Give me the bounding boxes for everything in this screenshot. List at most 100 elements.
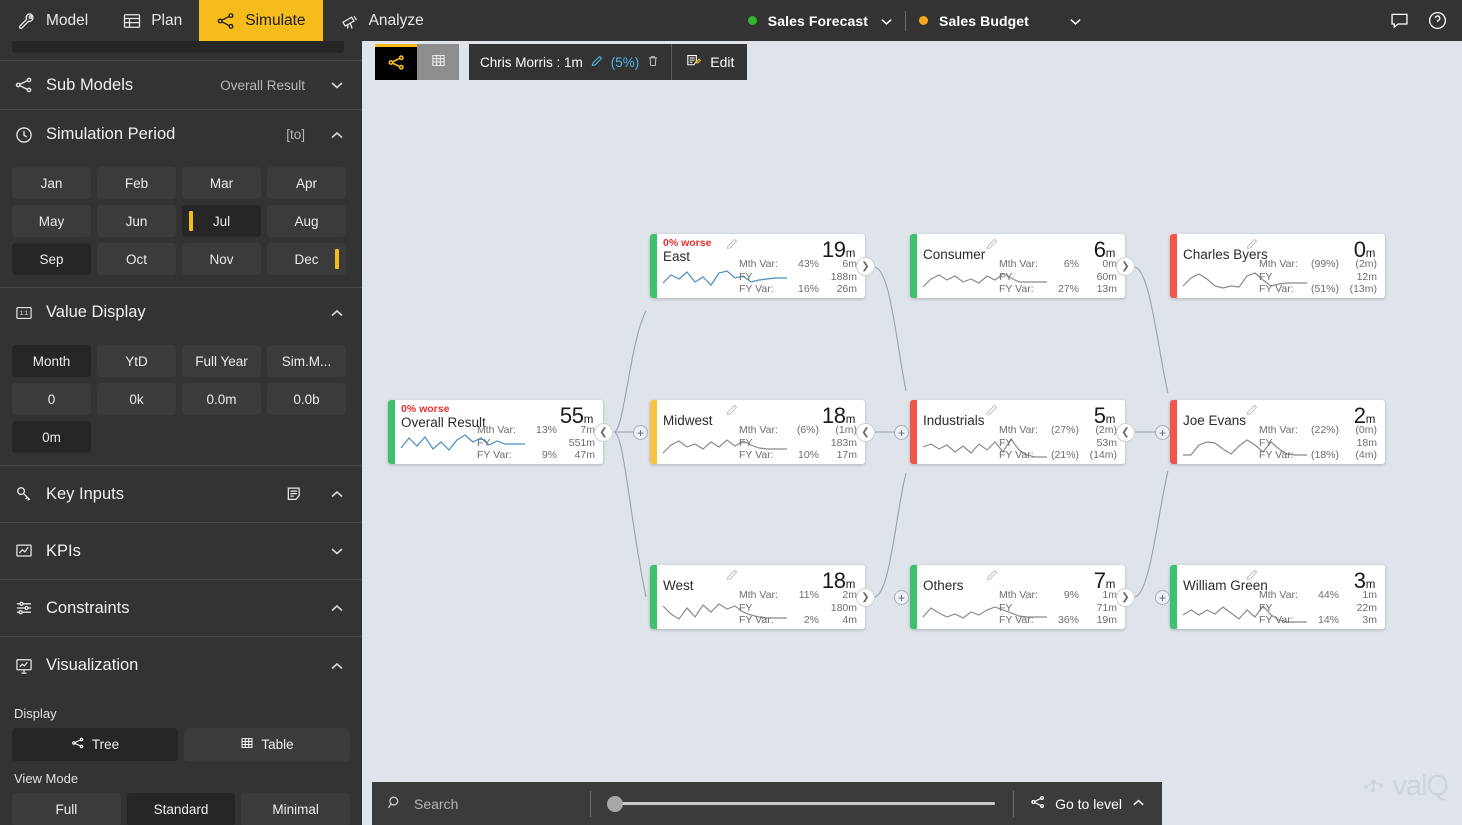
chevron-up-icon[interactable]	[329, 305, 345, 321]
nav-item-analyze[interactable]: Analyze	[323, 0, 441, 41]
pencil-icon[interactable]	[590, 54, 604, 71]
tree-node-east[interactable]: 0% worse East 19m Mth Var: 43% 6m FY 188m F…	[650, 234, 875, 298]
pencil-icon[interactable]	[725, 237, 739, 251]
month-button-apr[interactable]: Apr	[267, 167, 346, 199]
month-button-nov[interactable]: Nov	[182, 243, 261, 275]
month-button-feb[interactable]: Feb	[97, 167, 176, 199]
chevron-down-icon[interactable]	[329, 543, 345, 559]
node-expand-caret[interactable]: ❯	[1116, 257, 1135, 276]
simulation-chip[interactable]: Chris Morris : 1m (5%)	[469, 44, 672, 80]
chevron-down-icon[interactable]	[329, 77, 345, 93]
toolbar-table-view-button[interactable]	[417, 44, 459, 80]
scenario-sales-budget[interactable]: Sales Budget	[906, 0, 1094, 41]
sidebar-section-key-inputs[interactable]: Key Inputs	[0, 466, 362, 523]
pencil-icon[interactable]	[1245, 237, 1259, 251]
sidebar-section-constraints[interactable]: Constraints	[0, 580, 362, 637]
edit-notes-icon[interactable]	[285, 484, 305, 504]
search-box[interactable]	[372, 794, 590, 814]
tree-node-overall-result[interactable]: 0% worse Overall Result 55m Mth Var: 13% 7…	[388, 400, 613, 464]
node-collapse-caret[interactable]: ❮	[594, 423, 613, 442]
view-mode-minimal[interactable]: Minimal	[241, 793, 351, 825]
display-option-table[interactable]: Table	[184, 728, 350, 761]
value-period-month[interactable]: Month	[12, 345, 91, 377]
pencil-icon[interactable]	[1245, 568, 1259, 582]
chevron-up-icon[interactable]	[329, 127, 345, 143]
pencil-icon[interactable]	[725, 403, 739, 417]
expand-plus-joe-evans[interactable]: +	[1155, 425, 1170, 440]
month-selector-grid: Jan Feb Mar Apr May Jun Jul Aug Sep Oct …	[0, 159, 362, 288]
pencil-icon[interactable]	[1245, 403, 1259, 417]
tree-node-charles-byers[interactable]: Charles Byers 0m Mth Var: (99%) (2m) FY 12m…	[1170, 234, 1385, 298]
chevron-down-icon[interactable]	[1068, 14, 1081, 27]
zoom-slider-track[interactable]	[607, 795, 996, 812]
month-button-mar[interactable]: Mar	[182, 167, 261, 199]
month-button-sep[interactable]: Sep	[12, 243, 91, 275]
expand-plus-others[interactable]: +	[894, 590, 909, 605]
expand-plus-midwest[interactable]: +	[633, 425, 648, 440]
grid-icon	[240, 736, 254, 753]
scenario-sales-forecast[interactable]: Sales Forecast	[735, 0, 905, 41]
node-expand-caret[interactable]: ❯	[1116, 588, 1135, 607]
node-stats: Mth Var: 11% 2m FY 180m FY Var: 2% 4m	[739, 589, 857, 627]
go-to-level-button[interactable]: Go to level	[1014, 794, 1162, 813]
toolbar-tree-view-button[interactable]	[375, 44, 417, 80]
node-expand-caret[interactable]: ❯	[856, 257, 875, 276]
help-icon[interactable]	[1426, 10, 1448, 32]
canvas-bottom-bar: Go to level	[372, 782, 1162, 825]
value-period-full-year[interactable]: Full Year	[182, 345, 261, 377]
zoom-slider-knob[interactable]	[607, 795, 623, 812]
tree-node-joe-evans[interactable]: Joe Evans 2m Mth Var: (22%) (0m) FY 18m FY …	[1170, 400, 1385, 464]
tree-node-william-green[interactable]: William Green 3m Mth Var: 44% 1m FY 22m FY …	[1170, 565, 1385, 629]
chevron-up-icon[interactable]	[329, 600, 345, 616]
value-format-0-0b[interactable]: 0.0b	[267, 383, 346, 415]
month-button-oct[interactable]: Oct	[97, 243, 176, 275]
value-format-0-0m[interactable]: 0.0m	[182, 383, 261, 415]
nav-item-model[interactable]: Model	[0, 0, 105, 41]
node-name: West	[663, 578, 694, 593]
sidebar-section-kpis[interactable]: KPIs	[0, 523, 362, 580]
view-mode-full[interactable]: Full	[12, 793, 121, 825]
month-button-may[interactable]: May	[12, 205, 91, 237]
display-option-tree[interactable]: Tree	[12, 728, 178, 761]
month-button-jul[interactable]: Jul	[182, 205, 261, 237]
tree-node-midwest[interactable]: Midwest 18m Mth Var: (6%) (1m) FY 183m FY V…	[650, 400, 875, 464]
expand-plus-william-green[interactable]: +	[1155, 590, 1170, 605]
zoom-slider[interactable]	[591, 795, 1013, 812]
pencil-icon[interactable]	[985, 568, 999, 582]
edit-button[interactable]: Edit	[672, 44, 748, 80]
chevron-up-icon[interactable]	[329, 658, 345, 674]
comment-icon[interactable]	[1388, 10, 1410, 32]
trash-icon[interactable]	[646, 54, 660, 71]
sidebar-section-visualization[interactable]: Visualization	[0, 637, 362, 694]
pencil-icon[interactable]	[985, 237, 999, 251]
value-period-sim-month[interactable]: Sim.M...	[267, 345, 346, 377]
value-format-0m[interactable]: 0m	[12, 421, 91, 453]
node-collapse-caret[interactable]: ❮	[856, 423, 875, 442]
tree-node-west[interactable]: West 18m Mth Var: 11% 2m FY 180m FY Var: 2% 4…	[650, 565, 875, 629]
month-button-dec[interactable]: Dec	[267, 243, 346, 275]
tree-node-consumer[interactable]: Consumer 6m Mth Var: 6% 0m FY 60m FY Var: 27…	[910, 234, 1135, 298]
chevron-up-icon[interactable]	[329, 486, 345, 502]
search-input[interactable]	[414, 795, 564, 812]
pencil-icon[interactable]	[985, 403, 999, 417]
sidebar-section-simulation-period[interactable]: Simulation Period [to]	[0, 110, 362, 159]
month-button-jan[interactable]: Jan	[12, 167, 91, 199]
node-expand-caret[interactable]: ❯	[856, 588, 875, 607]
expand-plus-industrials[interactable]: +	[894, 425, 909, 440]
value-period-ytd[interactable]: YtD	[97, 345, 176, 377]
sidebar-section-sub-models[interactable]: Sub Models Overall Result	[0, 61, 362, 110]
value-format-0[interactable]: 0	[12, 383, 91, 415]
sidebar-section-value-display[interactable]: 1:1 Value Display	[0, 288, 362, 337]
tree-node-industrials[interactable]: Industrials 5m Mth Var: (27%) (2m) FY 53m F…	[910, 400, 1135, 464]
pencil-icon[interactable]	[725, 568, 739, 582]
chevron-up-icon[interactable]	[1131, 795, 1146, 813]
chevron-down-icon[interactable]	[879, 14, 892, 27]
month-button-jun[interactable]: Jun	[97, 205, 176, 237]
node-collapse-caret[interactable]: ❮	[1116, 423, 1135, 442]
view-mode-standard[interactable]: Standard	[126, 793, 236, 825]
nav-item-simulate[interactable]: Simulate	[199, 0, 323, 41]
nav-item-plan[interactable]: Plan	[105, 0, 199, 41]
tree-node-others[interactable]: Others 7m Mth Var: 9% 1m FY 71m FY Var: 36% 1…	[910, 565, 1135, 629]
value-format-0k[interactable]: 0k	[97, 383, 176, 415]
month-button-aug[interactable]: Aug	[267, 205, 346, 237]
